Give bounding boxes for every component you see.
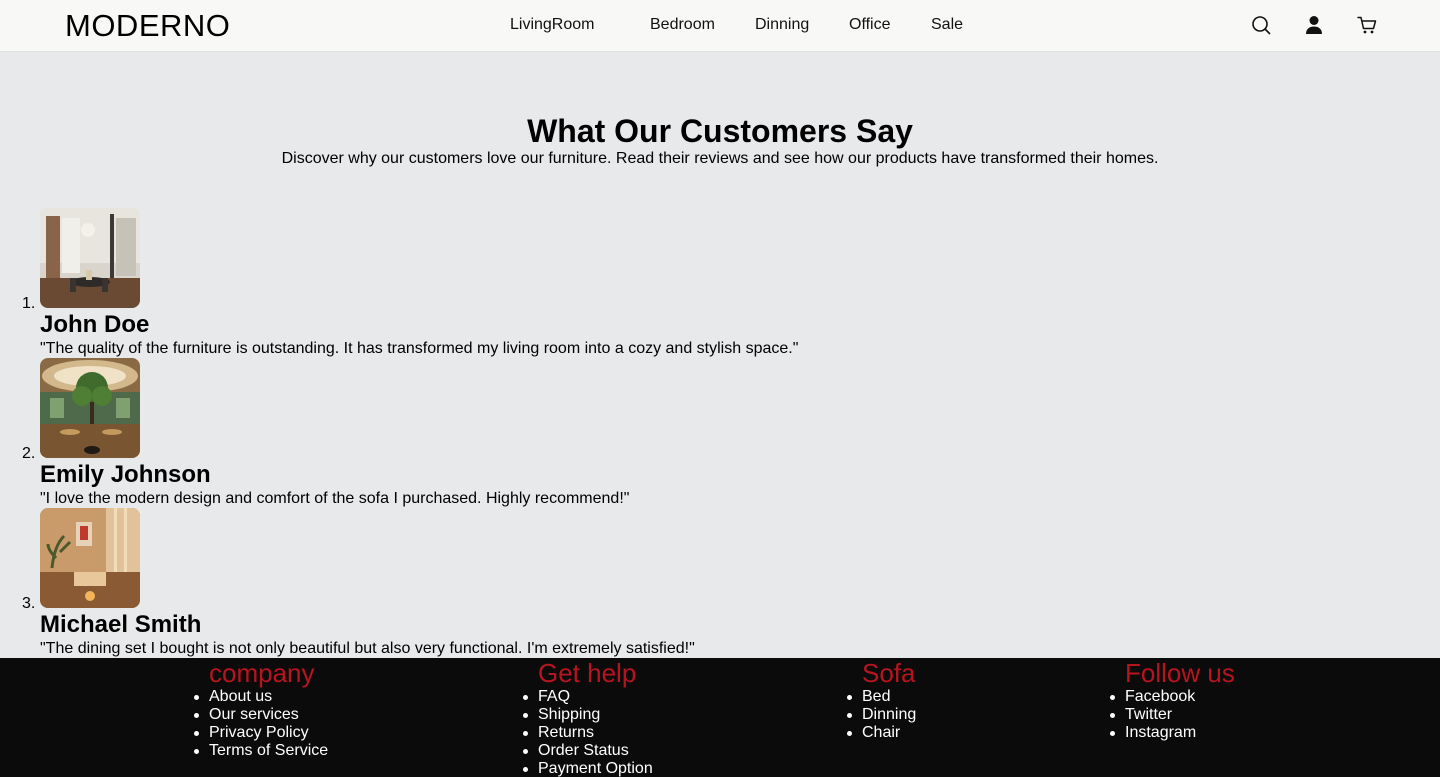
footer-column-get-help: Get help FAQ Shipping Returns Order Stat… [523,658,653,777]
nav-link-dinning[interactable]: Dinning [755,16,809,34]
nav-link-sale[interactable]: Sale [931,16,963,34]
section-title: What Our Customers Say [527,113,913,149]
footer-column-company: company About us Our services Privacy Po… [193,658,328,760]
testimonial-item: 1. John Doe "The quality of the furnitur… [0,208,1440,358]
nav-link-office[interactable]: Office [849,16,891,34]
customer-quote: "I love the modern design and comfort of… [40,490,630,507]
search-icon[interactable] [1250,14,1272,36]
footer-column-sofa: Sofa Bed Dinning Chair [846,658,916,742]
customer-photo [40,358,140,458]
footer-heading: Get help [538,658,637,688]
customer-photo [40,508,140,608]
footer-link-chair[interactable]: Chair [846,724,916,742]
footer-heading: Follow us [1125,658,1235,688]
footer-link-privacy-policy[interactable]: Privacy Policy [193,724,328,742]
list-number: 3. [22,595,36,612]
footer-heading: company [209,658,315,688]
footer-link-list: About us Our services Privacy Policy Ter… [193,688,328,760]
footer-link-facebook[interactable]: Facebook [1110,688,1235,706]
customer-quote: "The dining set I bought is not only bea… [40,640,695,657]
footer-link-our-services[interactable]: Our services [193,706,328,724]
footer-link-payment-option[interactable]: Payment Option [523,760,653,777]
site-footer: company About us Our services Privacy Po… [0,658,1440,777]
customer-name: Emily Johnson [40,461,211,488]
list-number: 1. [22,295,36,312]
customer-quote: "The quality of the furniture is outstan… [40,340,799,357]
footer-link-about-us[interactable]: About us [193,688,328,706]
footer-link-list: FAQ Shipping Returns Order Status Paymen… [523,688,653,777]
list-number: 2. [22,445,36,462]
section-subtitle: Discover why our customers love our furn… [281,150,1159,167]
footer-link-returns[interactable]: Returns [523,724,653,742]
customer-name: Michael Smith [40,611,202,638]
customer-name: John Doe [40,311,150,338]
customer-photo [40,208,140,308]
cart-icon[interactable] [1356,14,1378,36]
footer-link-dinning[interactable]: Dinning [846,706,916,724]
testimonial-item: 2. Emily Johnson "I love the modern desi… [0,358,1440,508]
footer-link-terms-of-service[interactable]: Terms of Service [193,742,328,760]
nav-link-livingroom[interactable]: LivingRoom [510,16,594,34]
footer-link-list: Bed Dinning Chair [846,688,916,742]
footer-link-instagram[interactable]: Instagram [1110,724,1235,742]
footer-link-list: Facebook Twitter Instagram [1110,688,1235,742]
footer-heading: Sofa [862,658,916,688]
footer-link-bed[interactable]: Bed [846,688,916,706]
footer-link-shipping[interactable]: Shipping [523,706,653,724]
user-icon[interactable] [1303,14,1325,36]
footer-link-twitter[interactable]: Twitter [1110,706,1235,724]
footer-link-order-status[interactable]: Order Status [523,742,653,760]
footer-column-follow-us: Follow us Facebook Twitter Instagram [1110,658,1235,742]
nav-link-bedroom[interactable]: Bedroom [650,16,715,34]
testimonials-list: 1. John Doe "The quality of the furnitur… [0,208,1440,658]
footer-link-faq[interactable]: FAQ [523,688,653,706]
site-logo[interactable]: MODERNO [65,8,230,44]
testimonial-item: 3. Michael Smith "The dining set I bough… [0,508,1440,658]
site-header: MODERNO LivingRoom Bedroom Dinning Offic… [0,0,1440,52]
